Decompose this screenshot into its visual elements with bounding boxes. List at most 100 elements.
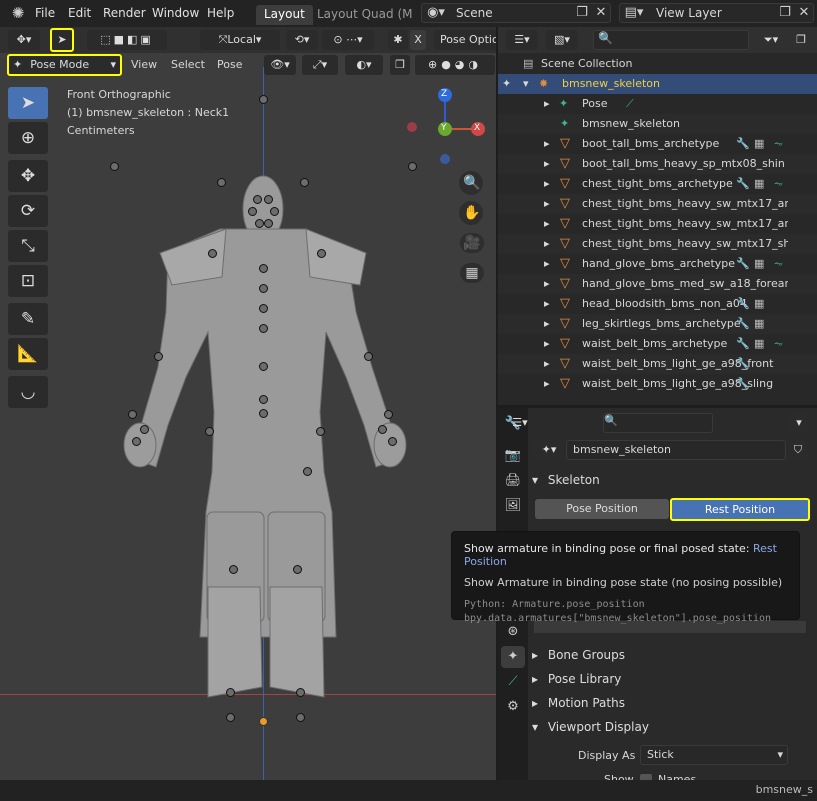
expand-chevron-icon[interactable]: ▸: [544, 174, 550, 194]
bone-joint[interactable]: [253, 195, 262, 204]
scene-selector[interactable]: ◉▾ Scene ❐ ✕: [421, 3, 611, 23]
expand-chevron-icon[interactable]: ▸: [544, 194, 550, 214]
bone-joint[interactable]: [388, 437, 397, 446]
bone-joint[interactable]: [293, 565, 302, 574]
expand-chevron-icon[interactable]: ▸: [544, 254, 550, 274]
outliner-mesh-item[interactable]: ▸ ▽ leg_skirtlegs_bms_archetype 🔧 ▦: [498, 314, 817, 334]
outliner-mesh-item[interactable]: ▸ ▽ waist_belt_bms_light_ge_a98_sling 🔧: [498, 374, 817, 394]
display-as-dropdown[interactable]: Stick ▾: [640, 745, 788, 765]
overlay-toggle-icon[interactable]: ◐▾: [345, 55, 383, 75]
outliner-mesh-item[interactable]: ▸ ▽ hand_glove_bms_archetype 🔧 ▦ ⏦: [498, 254, 817, 274]
measure-tool-icon[interactable]: 📐: [8, 338, 48, 370]
outliner-mesh-item[interactable]: ▸ ▽ boot_tall_bms_heavy_sp_mtx08_shin: [498, 154, 817, 174]
bone-joint[interactable]: [408, 162, 417, 171]
bone-joint[interactable]: [140, 425, 149, 434]
snap-icon[interactable]: ⊙ ⋯▾: [322, 30, 374, 50]
expand-chevron-icon[interactable]: ▸: [544, 374, 550, 394]
expand-chevron-icon[interactable]: ▸: [544, 274, 550, 294]
armature-data-icon[interactable]: ✦▾: [534, 440, 564, 460]
pivot-point-icon[interactable]: ⟲▾: [286, 30, 318, 50]
bone-joint[interactable]: [229, 565, 238, 574]
blender-logo-icon[interactable]: ✺: [6, 3, 30, 23]
bone-joint[interactable]: [259, 324, 268, 333]
bone-joint[interactable]: [300, 178, 309, 187]
workspace-tab-layout-quad[interactable]: Layout Quad (Manu: [309, 5, 413, 25]
gizmo-toggle-icon[interactable]: ⤢▾: [302, 55, 338, 75]
viewport-display-section[interactable]: ▾ Viewport Display: [532, 716, 812, 738]
bone-joint[interactable]: [296, 688, 305, 697]
properties-search-input[interactable]: 🔍: [603, 413, 713, 433]
pose-library-section[interactable]: ▸ Pose Library: [532, 668, 812, 690]
bone-groups-section[interactable]: ▸ Bone Groups: [532, 644, 812, 666]
menu-window[interactable]: Window: [152, 6, 199, 20]
select-box-tool-icon[interactable]: ➤: [8, 87, 48, 119]
constraint-tab-icon[interactable]: ⊛: [501, 621, 525, 643]
outliner-armature-data[interactable]: ✦ bmsnew_skeleton: [498, 114, 817, 134]
bone-joint[interactable]: [378, 425, 387, 434]
bone-joint[interactable]: [110, 162, 119, 171]
bone-constraint-tab-icon[interactable]: ⚙: [501, 696, 525, 718]
breakdowner-tool-icon[interactable]: ◡: [8, 376, 48, 408]
chevron-down-icon[interactable]: ▾: [790, 413, 808, 433]
expand-chevron-icon[interactable]: ▸: [544, 334, 550, 354]
expand-chevron-icon[interactable]: ▸: [544, 214, 550, 234]
bone-joint[interactable]: [259, 284, 268, 293]
outliner-mesh-item[interactable]: ▸ ▽ hand_glove_bms_med_sw_a18_forearm: [498, 274, 817, 294]
bone-joint[interactable]: [208, 249, 217, 258]
filter-icon[interactable]: ⏷▾: [755, 30, 787, 50]
outliner-mesh-item[interactable]: ▸ ▽ chest_tight_bms_heavy_sw_mtx17_armo: [498, 194, 817, 214]
expand-chevron-icon[interactable]: ▸: [544, 354, 550, 374]
expand-chevron-icon[interactable]: ▾: [523, 74, 529, 94]
expand-chevron-icon[interactable]: ▸: [544, 154, 550, 174]
pose-position-button[interactable]: Pose Position: [535, 499, 669, 519]
bone-joint[interactable]: [217, 178, 226, 187]
close-icon[interactable]: ✕: [795, 3, 813, 23]
view-menu[interactable]: View: [131, 58, 157, 71]
datablock-name[interactable]: bmsnew_skeleton: [566, 440, 786, 460]
select-menu[interactable]: Select: [171, 58, 205, 71]
bone-joint[interactable]: [303, 467, 312, 476]
bone-joint[interactable]: [205, 427, 214, 436]
editor-type-icon[interactable]: ☰▾: [504, 413, 536, 433]
rest-position-button[interactable]: Rest Position: [670, 498, 810, 521]
motion-paths-section[interactable]: ▸ Motion Paths: [532, 692, 812, 714]
bone-joint[interactable]: [226, 688, 235, 697]
workspace-tab-layout[interactable]: Layout: [256, 5, 313, 25]
bone-joint[interactable]: [317, 249, 326, 258]
outliner-mesh-item[interactable]: ▸ ▽ boot_tall_bms_archetype 🔧 ▦ ⏦: [498, 134, 817, 154]
mode-dropdown[interactable]: ✦ Pose Mode ▾: [7, 54, 122, 76]
bone-joint[interactable]: [259, 264, 268, 273]
bone-joint[interactable]: [226, 713, 235, 722]
transform-pivot-icon[interactable]: ✥▾: [8, 30, 40, 50]
pose-menu[interactable]: Pose: [217, 58, 242, 71]
display-mode-icon[interactable]: ▧▾: [546, 30, 578, 50]
mirror-icon[interactable]: ✱: [388, 30, 408, 50]
bone-joint[interactable]: [259, 304, 268, 313]
bone-joint[interactable]: [259, 395, 268, 404]
camera-view-icon[interactable]: 🎥: [460, 233, 484, 253]
character-model[interactable]: [110, 167, 420, 702]
select-tool-icon[interactable]: ➤: [50, 28, 74, 52]
visibility-eye-icon[interactable]: 👁▾: [264, 55, 296, 75]
new-collection-icon[interactable]: ❐: [791, 30, 811, 50]
bone-joint[interactable]: [264, 219, 273, 228]
bone-joint[interactable]: [259, 409, 268, 418]
skeleton-section-header[interactable]: ▾ Skeleton: [532, 469, 812, 491]
grid-view-icon[interactable]: ▦: [460, 263, 484, 283]
bone-joint[interactable]: [132, 437, 141, 446]
menu-file[interactable]: File: [35, 6, 55, 20]
shading-mode-icons[interactable]: ⊕●◕◑: [415, 55, 495, 75]
menu-edit[interactable]: Edit: [68, 6, 91, 20]
menu-help[interactable]: Help: [207, 6, 234, 20]
copy-icon[interactable]: ❐: [572, 3, 592, 23]
expand-chevron-icon[interactable]: ▸: [544, 94, 550, 114]
outliner-scene-collection[interactable]: ▤ Scene Collection: [498, 54, 817, 74]
bone-joint[interactable]: [248, 207, 257, 216]
view-layer-tab-icon[interactable]: 🖼: [501, 495, 525, 517]
outliner-search-input[interactable]: 🔍: [593, 30, 749, 50]
cursor-tool-icon[interactable]: ⊕: [8, 122, 48, 154]
3d-viewport[interactable]: ✥▾ ➤ ⬚■◧▣ ⤧ Local ▾ ⟲▾ ⊙ ⋯▾ ✱ X Pose Opt…: [0, 27, 496, 801]
rotate-tool-icon[interactable]: ⟳: [8, 195, 48, 227]
bone-joint[interactable]: [259, 362, 268, 371]
render-tab-icon[interactable]: 📷: [501, 445, 525, 467]
